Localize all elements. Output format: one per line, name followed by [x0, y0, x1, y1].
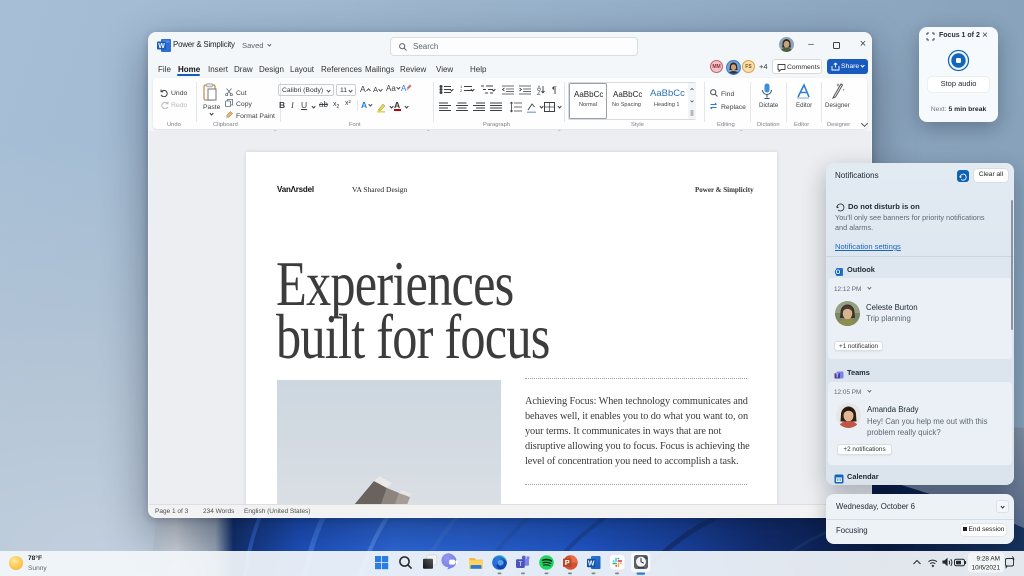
svg-text:P: P [565, 558, 570, 567]
svg-text:W: W [588, 560, 595, 567]
svg-text:T: T [518, 561, 522, 568]
svg-text:10/6/2021: 10/6/2021 [972, 565, 1001, 572]
svg-text:9:28 AM: 9:28 AM [977, 556, 1000, 563]
